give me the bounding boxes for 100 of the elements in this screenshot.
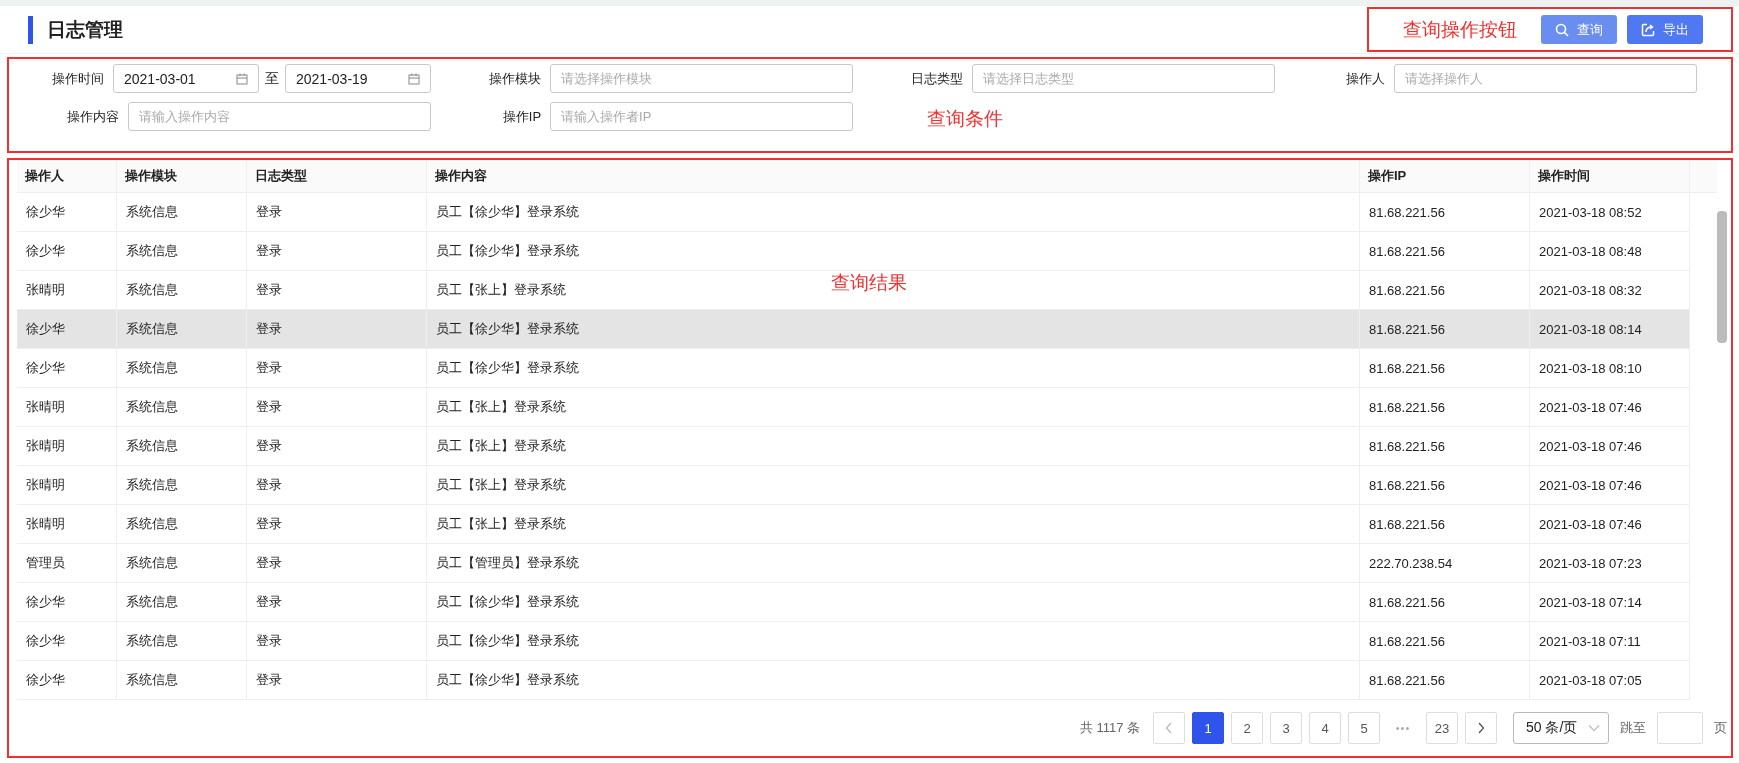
table-cell: 员工【徐少华】登录系统 [427,661,1360,699]
table-cell: 登录 [247,388,427,426]
table-cell: 张晴明 [17,505,117,543]
table-cell: 徐少华 [17,583,117,621]
export-button[interactable]: 导出 [1627,15,1703,44]
filter-label: 操作人 [1345,69,1386,88]
previous-page-button[interactable] [1153,712,1185,744]
date-field[interactable]: 2021-03-01 [113,64,259,93]
table-row[interactable]: 徐少华 系统信息 登录 员工【徐少华】登录系统 81.68.221.56 2021-03-18 07:14 [17,583,1690,622]
table-cell: 徐少华 [17,661,117,699]
table-row[interactable]: 张晴明 系统信息 登录 员工【张上】登录系统 81.68.221.56 2021-03-18 07:46 [17,466,1690,505]
input-field[interactable]: 请输入操作内容 [128,102,431,131]
table-row[interactable]: 徐少华 系统信息 登录 员工【徐少华】登录系统 81.68.221.56 2021-03-18 07:11 [17,622,1690,661]
table-row[interactable]: 张晴明 系统信息 登录 员工【张上】登录系统 81.68.221.56 2021-03-18 07:46 [17,388,1690,427]
filter-label: 操作模块 [488,69,542,88]
table-cell: 81.68.221.56 [1360,661,1530,699]
chevron-right-icon [1477,722,1485,734]
next-page-button[interactable] [1465,712,1497,744]
table-cell: 张晴明 [17,427,117,465]
table-cell: 2021-03-18 07:11 [1530,622,1690,660]
total-count: 共 1117 条 [1079,719,1140,737]
table-row[interactable]: 徐少华 系统信息 登录 员工【徐少华】登录系统 81.68.221.56 2021-03-18 07:05 [17,661,1690,700]
table-cell: 登录 [247,661,427,699]
annotation-label: 查询条件 [927,107,1003,131]
table-cell: 81.68.221.56 [1360,310,1530,348]
table-cell: 徐少华 [17,622,117,660]
table-row[interactable]: 徐少华 系统信息 登录 员工【徐少华】登录系统 81.68.221.56 2021-03-18 08:52 [17,193,1690,232]
title-accent-bar [28,15,33,44]
table-cell: 员工【徐少华】登录系统 [427,349,1360,387]
annotation-label: 查询操作按钮 [1403,17,1517,42]
chevron-left-icon [1165,722,1173,734]
page-suffix: 页 [1714,719,1727,737]
table-cell: 徐少华 [17,193,117,231]
table-cell: 系统信息 [117,505,247,543]
table-cell: 张晴明 [17,271,117,309]
table-cell: 系统信息 [117,310,247,348]
column-header: 操作时间 [1530,160,1690,192]
table-cell: 系统信息 [117,349,247,387]
scrollbar-thumb[interactable] [1717,211,1727,343]
table-cell: 员工【徐少华】登录系统 [427,583,1360,621]
table-row[interactable]: 徐少华 系统信息 登录 员工【徐少华】登录系统 81.68.221.56 2021-03-18 08:48 [17,232,1690,271]
table-cell: 登录 [247,544,427,582]
jump-label: 跳至 [1620,719,1646,737]
page-size-select[interactable]: 50 条/页 [1513,712,1609,744]
table-cell: 81.68.221.56 [1360,505,1530,543]
table-row[interactable]: 张晴明 系统信息 登录 员工【张上】登录系统 81.68.221.56 2021-03-18 07:46 [17,505,1690,544]
table-cell: 2021-03-18 08:32 [1530,271,1690,309]
column-header: 操作模块 [117,160,247,192]
table-cell: 系统信息 [117,427,247,465]
column-header: 日志类型 [247,160,427,192]
table-cell: 系统信息 [117,544,247,582]
table-cell: 81.68.221.56 [1360,232,1530,270]
table-cell: 系统信息 [117,388,247,426]
table-cell: 2021-03-18 08:10 [1530,349,1690,387]
table-cell: 系统信息 [117,193,247,231]
table-cell: 2021-03-18 07:46 [1530,427,1690,465]
table-cell: 登录 [247,427,427,465]
table-cell: 2021-03-18 08:52 [1530,193,1690,231]
table-cell: 2021-03-18 08:48 [1530,232,1690,270]
column-header: 操作内容 [427,160,1360,192]
table-cell: 系统信息 [117,583,247,621]
page-button[interactable]: 3 [1270,712,1302,744]
export-icon [1641,22,1655,37]
page-number-input[interactable] [1657,712,1703,744]
table-cell: 系统信息 [117,271,247,309]
page-button[interactable]: 23 [1426,712,1458,744]
table-cell: 系统信息 [117,232,247,270]
input-field[interactable]: 请输入操作者IP [550,102,853,131]
table-cell: 81.68.221.56 [1360,388,1530,426]
range-separator: 至 [265,69,279,88]
table-cell: 2021-03-18 07:05 [1530,661,1690,699]
table-cell: 系统信息 [117,622,247,660]
table-cell: 登录 [247,505,427,543]
date-field[interactable]: 2021-03-19 [285,64,431,93]
table-cell: 系统信息 [117,661,247,699]
table-cell: 81.68.221.56 [1360,466,1530,504]
table-row[interactable]: 徐少华 系统信息 登录 员工【徐少华】登录系统 81.68.221.56 2021-03-18 08:10 [17,349,1690,388]
table-cell: 81.68.221.56 [1360,583,1530,621]
filter-label: 操作时间 [51,69,104,88]
table-cell: 登录 [247,466,427,504]
table-cell: 2021-03-18 07:46 [1530,505,1690,543]
column-header: 操作IP [1360,160,1530,192]
table-cell: 登录 [247,232,427,270]
table-row[interactable]: 徐少华 系统信息 登录 员工【徐少华】登录系统 81.68.221.56 2021-03-18 08:14 [17,310,1690,349]
table-cell: 员工【徐少华】登录系统 [427,622,1360,660]
table-cell: 徐少华 [17,310,117,348]
page-button[interactable]: 2 [1231,712,1263,744]
table-row[interactable]: 管理员 系统信息 登录 员工【管理员】登录系统 222.70.238.54 2021-03-18 07:23 [17,544,1690,583]
table-cell: 2021-03-18 07:23 [1530,544,1690,582]
page-button[interactable]: 4 [1309,712,1341,744]
table-cell: 员工【徐少华】登录系统 [427,232,1360,270]
page-button[interactable]: 5 [1348,712,1380,744]
table-cell: 员工【张上】登录系统 [427,388,1360,426]
table-row[interactable]: 张晴明 系统信息 登录 员工【张上】登录系统 81.68.221.56 2021-03-18 07:46 [17,427,1690,466]
table-cell: 登录 [247,583,427,621]
table-cell: 2021-03-18 07:14 [1530,583,1690,621]
table-cell: 登录 [247,310,427,348]
table-cell: 管理员 [17,544,117,582]
table-cell: 222.70.238.54 [1360,544,1530,582]
page-button[interactable]: 1 [1192,712,1224,744]
